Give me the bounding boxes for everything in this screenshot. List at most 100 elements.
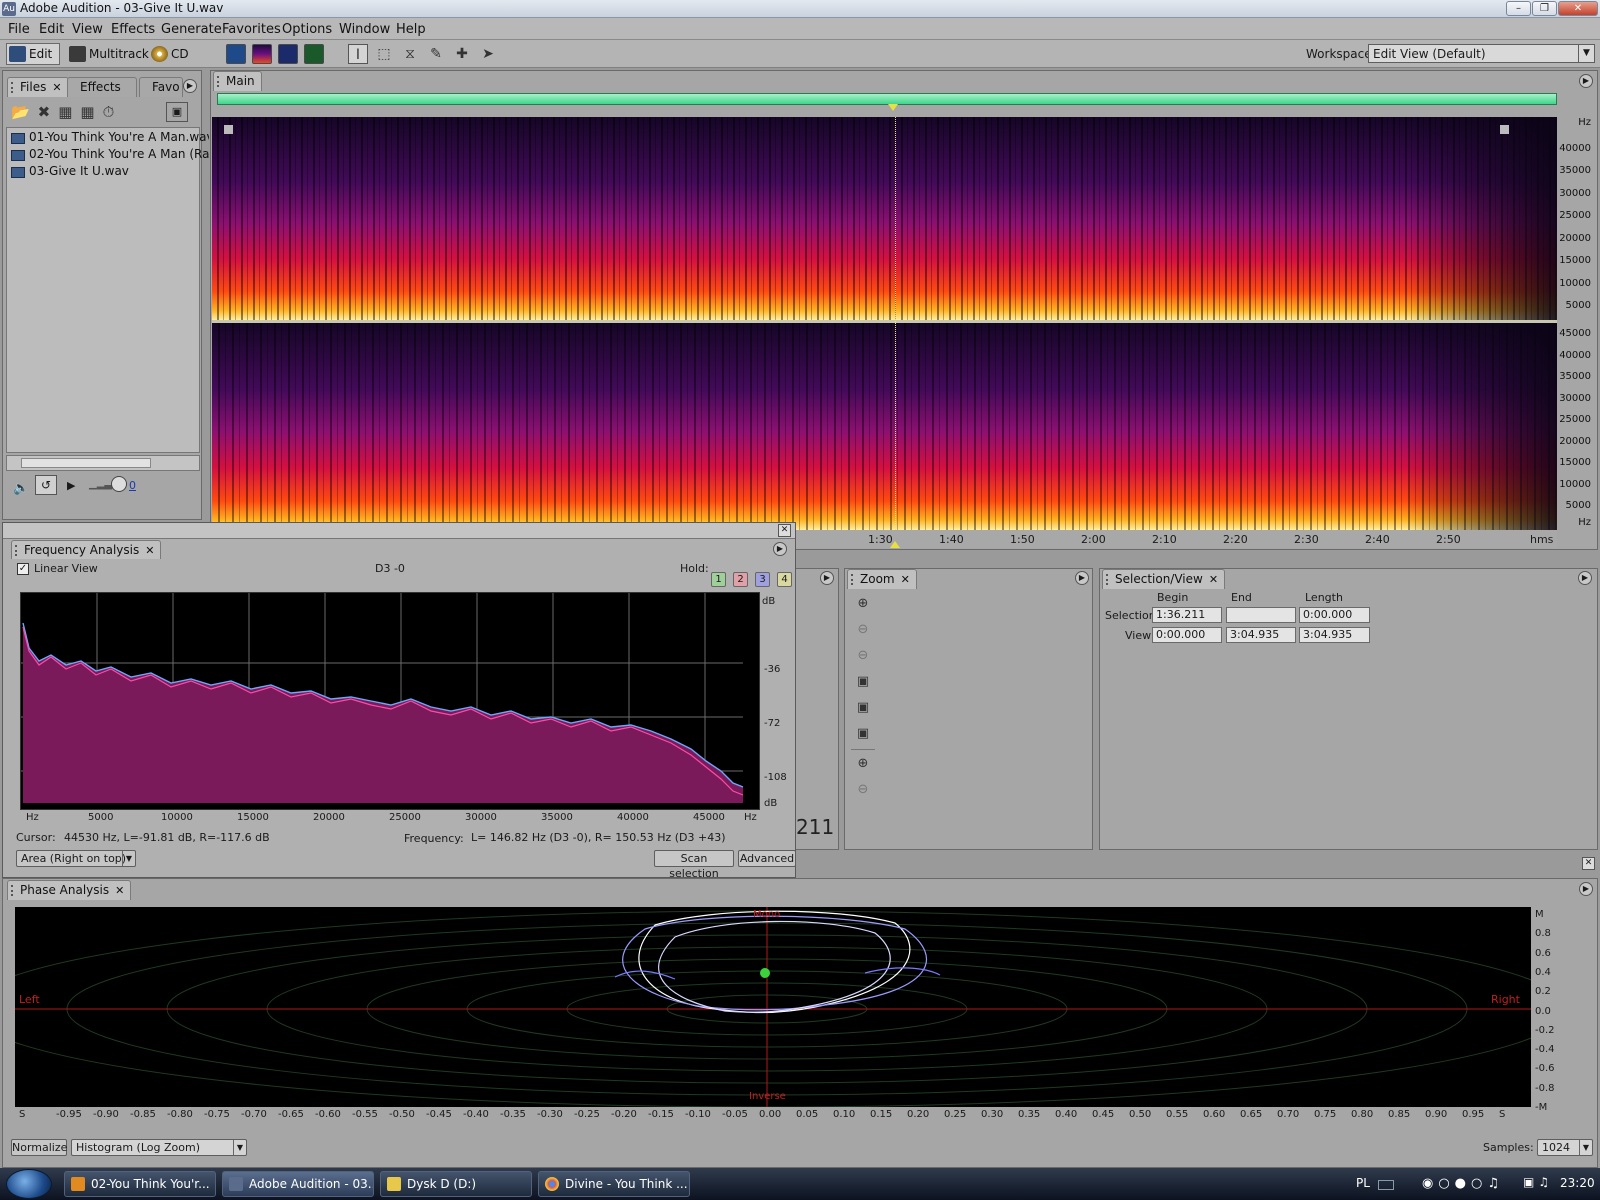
hold-1-button[interactable]: 1 (711, 572, 726, 587)
advanced-button[interactable]: Advanced (738, 850, 796, 867)
zoom-in-vertical-icon[interactable]: ⊕ (854, 755, 872, 773)
tray-icons[interactable]: ◉○●○♫ (1422, 1176, 1504, 1191)
hold-4-button[interactable]: 4 (777, 572, 792, 587)
selection-end-field[interactable] (1226, 607, 1296, 623)
panel-menu-icon[interactable]: ▶ (183, 79, 197, 93)
menu-generate[interactable]: Generate (161, 22, 222, 37)
horizontal-scrollbar[interactable] (6, 455, 200, 471)
tray-icons-2[interactable]: ▣♫ (1523, 1175, 1553, 1189)
zoom-in-icon[interactable]: ⊕ (854, 595, 872, 613)
view-length-field[interactable]: 3:04.935 (1299, 627, 1370, 643)
menu-view[interactable]: View (72, 22, 103, 37)
volume-value[interactable]: 0 (129, 479, 136, 492)
floating-window-titlebar[interactable]: ✕ (3, 523, 795, 539)
multitrack-button[interactable]: Multitrack (66, 43, 149, 65)
close-icon[interactable]: ✕ (778, 524, 791, 537)
minimize-button[interactable]: – (1506, 1, 1531, 16)
normalize-button[interactable]: Normalize (11, 1139, 67, 1156)
tab-main[interactable]: Main (213, 71, 262, 91)
file-item[interactable]: 01-You Think You're A Man.wav (29, 130, 209, 144)
pan-display-icon[interactable] (278, 44, 298, 64)
lasso-tool-icon[interactable]: ⧖ (400, 44, 420, 64)
spectral-display[interactable] (212, 117, 1557, 530)
zoom-corner-icon[interactable] (1500, 125, 1509, 134)
view-end-field[interactable]: 3:04.935 (1226, 627, 1296, 643)
playhead-marker-icon[interactable] (888, 104, 898, 111)
zoom-out-icon[interactable]: ⊖ (854, 621, 872, 639)
scroll-thumb[interactable] (21, 458, 151, 468)
cd-button[interactable]: CD (148, 43, 194, 65)
menu-edit[interactable]: Edit (39, 22, 64, 37)
clock[interactable]: 23:20 (1560, 1176, 1595, 1190)
file-item[interactable]: 03-Give It U.wav (29, 164, 209, 178)
mute-icon[interactable]: 🔈 (13, 481, 29, 496)
tray-expand-icon[interactable] (1378, 1180, 1394, 1190)
file-tools-icons[interactable]: 📂✖▦▦⏱ (11, 103, 122, 121)
playhead-marker-icon[interactable] (890, 541, 900, 548)
close-icon[interactable]: ✕ (115, 884, 124, 897)
close-icon[interactable]: ✕ (52, 81, 61, 94)
tab-phase-analysis[interactable]: Phase Analysis ✕ (7, 880, 132, 900)
taskbar-item[interactable]: Adobe Audition - 03... (222, 1171, 374, 1197)
taskbar-item[interactable]: Divine - You Think ... (538, 1171, 690, 1197)
view-begin-field[interactable]: 0:00.000 (1152, 627, 1222, 643)
tab-selection-view[interactable]: Selection/View ✕ (1102, 569, 1226, 589)
zoom-out-vertical-icon[interactable]: ⊖ (854, 781, 872, 799)
start-button[interactable] (6, 1169, 52, 1199)
loop-icon[interactable]: ↺ (35, 475, 57, 495)
frequency-spectrum-plot[interactable] (20, 592, 760, 810)
view-options-icon[interactable]: ▣ (166, 102, 188, 122)
close-icon[interactable]: ✕ (1209, 573, 1218, 586)
taskbar-item[interactable]: 02-You Think You'r... (64, 1171, 216, 1197)
selection-length-field[interactable]: 0:00.000 (1299, 607, 1370, 623)
panel-menu-icon[interactable]: ▶ (1075, 571, 1089, 585)
menu-help[interactable]: Help (396, 22, 426, 37)
hold-3-button[interactable]: 3 (755, 572, 770, 587)
overview-bar[interactable] (217, 93, 1557, 105)
close-icon[interactable]: ✕ (901, 573, 910, 586)
panel-menu-icon[interactable]: ▶ (1579, 74, 1593, 88)
phase-display-select[interactable]: Histogram (Log Zoom) ▼ (71, 1139, 247, 1156)
language-indicator[interactable]: PL (1356, 1176, 1370, 1190)
selection-begin-field[interactable]: 1:36.211 (1152, 607, 1222, 623)
time-selection-tool-icon[interactable]: I (348, 44, 368, 64)
panel-menu-icon[interactable]: ▶ (773, 542, 787, 556)
edit-view-button[interactable]: Edit (6, 43, 60, 65)
spectral-display-icon[interactable] (252, 44, 272, 64)
panel-menu-icon[interactable]: ▶ (1579, 882, 1593, 896)
tab-effects[interactable]: Effects (67, 77, 137, 97)
waveform-display-icon[interactable] (226, 44, 246, 64)
file-item[interactable]: 02-You Think You're A Man (Rad (29, 147, 209, 161)
close-button[interactable]: ✕ (1558, 1, 1598, 16)
menu-effects[interactable]: Effects (111, 22, 155, 37)
menu-favorites[interactable]: Favorites (222, 22, 281, 37)
play-icon[interactable]: ▶ (67, 479, 75, 492)
marquee-tool-icon[interactable]: ⬚ (374, 44, 394, 64)
zoom-right-edge-icon[interactable]: ▣ (854, 725, 872, 743)
menu-window[interactable]: Window (339, 22, 390, 37)
taskbar-item[interactable]: Dysk D (D:) (380, 1171, 532, 1197)
phase-display-icon[interactable] (304, 44, 324, 64)
panel-menu-icon[interactable]: ▶ (1578, 571, 1592, 585)
volume-knob[interactable] (111, 476, 127, 492)
tab-files[interactable]: Files ✕ (7, 77, 69, 97)
zoom-left-edge-icon[interactable]: ▣ (854, 699, 872, 717)
spot-healing-icon[interactable]: ✚ (452, 44, 472, 64)
restore-button[interactable]: ❐ (1532, 1, 1557, 16)
menu-file[interactable]: File (8, 22, 30, 37)
scan-selection-button[interactable]: Scan selection (654, 850, 734, 880)
tab-zoom[interactable]: Zoom ✕ (847, 569, 917, 589)
workspace-select[interactable]: Edit View (Default) ▼ (1368, 44, 1595, 63)
hold-2-button[interactable]: 2 (733, 572, 748, 587)
phase-scope[interactable]: Left Right Mono Inverse (15, 907, 1531, 1107)
zoom-selection-icon[interactable]: ▣ (854, 673, 872, 691)
hybrid-tool-icon[interactable]: ➤ (478, 44, 498, 64)
tab-frequency-analysis[interactable]: Frequency Analysis ✕ (11, 540, 162, 559)
menu-options[interactable]: Options (282, 22, 332, 37)
brush-tool-icon[interactable]: ✎ (426, 44, 446, 64)
close-icon[interactable]: ✕ (145, 544, 154, 557)
display-mode-select[interactable]: Area (Right on top) ▼ (16, 850, 136, 867)
panel-menu-icon[interactable]: ▶ (820, 571, 834, 585)
zoom-corner-icon[interactable] (224, 125, 233, 134)
zoom-out-full-icon[interactable]: ⊖ (854, 647, 872, 665)
